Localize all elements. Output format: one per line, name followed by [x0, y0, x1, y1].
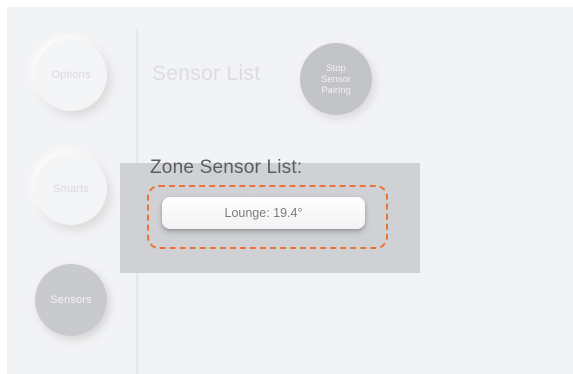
- page-title: Sensor List: [152, 62, 261, 85]
- left-nav-rail: Options Smarts Sensors: [7, 7, 137, 374]
- sensor-item-lounge[interactable]: Lounge: 19.4°: [162, 197, 365, 229]
- nav-options-button[interactable]: Options: [35, 39, 107, 111]
- nav-sensors-button[interactable]: Sensors: [35, 264, 107, 336]
- nav-smarts-button[interactable]: Smarts: [35, 153, 107, 225]
- zone-sensor-list-title: Zone Sensor List:: [150, 157, 303, 178]
- stop-sensor-pairing-label: Stop Sensor Pairing: [320, 62, 352, 96]
- app-screen: Options Smarts Sensors Sensor List Stop …: [7, 7, 573, 374]
- nav-sensors-label: Sensors: [50, 294, 92, 306]
- nav-options-label: Options: [51, 69, 91, 81]
- sensor-item-label: Lounge: 19.4°: [224, 206, 303, 220]
- nav-smarts-label: Smarts: [52, 183, 90, 195]
- stop-sensor-pairing-button[interactable]: Stop Sensor Pairing: [300, 43, 372, 115]
